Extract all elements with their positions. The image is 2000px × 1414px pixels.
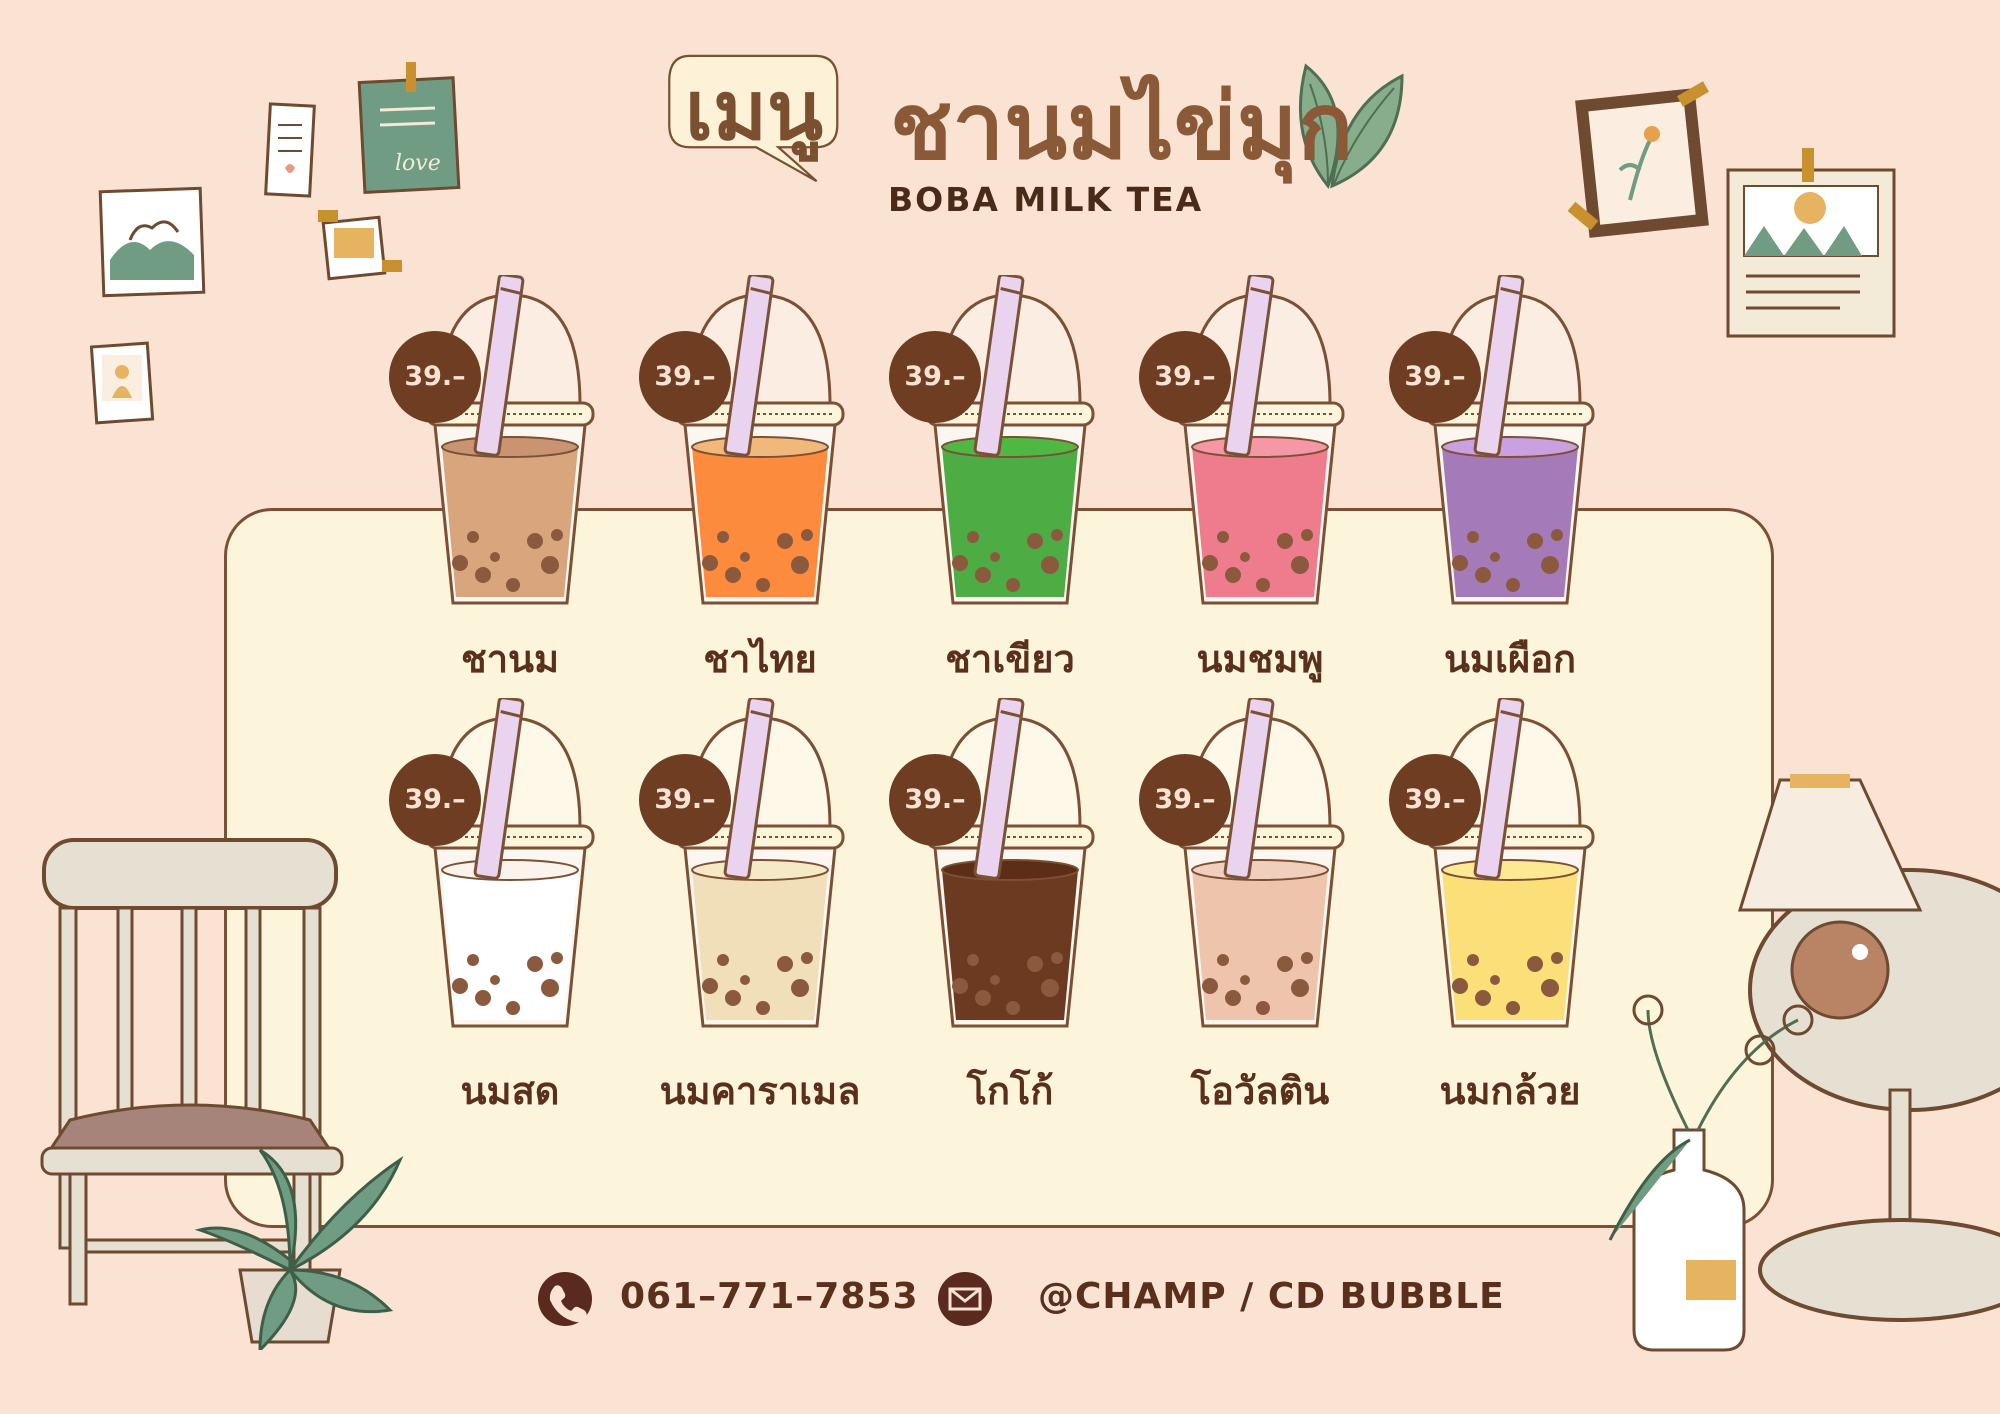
boba-cup-icon (1175, 696, 1345, 1028)
boba-cup-icon (1425, 273, 1595, 605)
boba-cup-icon (425, 273, 595, 605)
wall-decor-right (1567, 81, 1896, 338)
table-lamp-illustration (1608, 774, 2000, 1352)
menu-item-name: นมสด (460, 1069, 560, 1113)
menu-item[interactable] (665, 696, 855, 1058)
price-badge: 39.– (1389, 331, 1481, 423)
boba-cup-icon (425, 696, 595, 1028)
page-subtitle: BOBA MILK TEA (888, 180, 1204, 219)
menu-item[interactable] (1415, 696, 1605, 1058)
menu-item[interactable] (1165, 696, 1355, 1058)
plant-illustration (194, 1148, 404, 1350)
menu-item[interactable] (915, 273, 1105, 635)
menu-item-name: นมชมพู (1196, 637, 1324, 681)
menu-item-name: ชาไทย (703, 637, 817, 681)
phone-number[interactable]: 061–771–7853 (620, 1276, 919, 1317)
menu-item-name: โอวัลติน (1190, 1069, 1330, 1113)
menu-item[interactable] (415, 273, 605, 635)
page-title: ชานมไข่มุก (890, 73, 1354, 180)
menu-item[interactable] (1415, 273, 1605, 635)
price-badge: 39.– (389, 331, 481, 423)
price-badge: 39.– (389, 754, 481, 846)
phone-icon (538, 1272, 592, 1326)
boba-cup-icon (675, 696, 845, 1028)
price-badge: 39.– (1389, 754, 1481, 846)
menu-item[interactable] (915, 696, 1105, 1058)
menu-item-name: ชาเขียว (945, 637, 1075, 681)
envelope-icon (938, 1272, 992, 1326)
menu-item-name: นมเผือก (1443, 637, 1577, 681)
boba-cup-icon (925, 273, 1095, 605)
price-badge: 39.– (889, 331, 981, 423)
menu-item[interactable] (665, 273, 855, 635)
boba-cup-icon (675, 273, 845, 605)
boba-cup-icon (925, 696, 1095, 1028)
menu-item-name: โกโก้ (966, 1069, 1054, 1113)
menu-item[interactable] (1165, 273, 1355, 635)
price-badge: 39.– (1139, 754, 1231, 846)
price-badge: 39.– (889, 754, 981, 846)
menu-poster: love เมนู ชานมไข่มุก BOBA MILK TEA 39.– … (0, 0, 2000, 1414)
bubble-title: เมนู (684, 64, 824, 159)
line-id[interactable]: @CHAMP / CD BUBBLE (1038, 1276, 1505, 1317)
menu-item-name: นมคาราเมล (659, 1069, 861, 1113)
menu-item-name: ชานม (460, 637, 560, 681)
price-badge: 39.– (1139, 331, 1231, 423)
boba-cup-icon (1175, 273, 1345, 605)
boba-cup-icon (1425, 696, 1595, 1028)
menu-item[interactable] (415, 696, 605, 1058)
svg-text:love: love (395, 151, 441, 176)
price-badge: 39.– (639, 331, 731, 423)
price-badge: 39.– (639, 754, 731, 846)
